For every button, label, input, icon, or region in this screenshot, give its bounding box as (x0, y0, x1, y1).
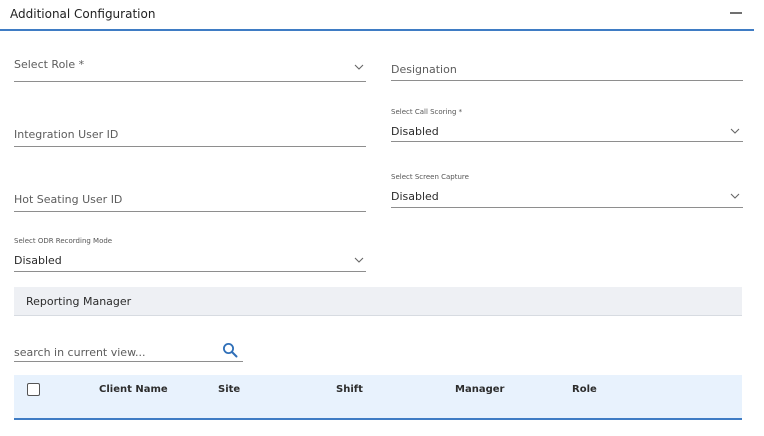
integration-user-id-placeholder: Integration User ID (14, 128, 119, 141)
chevron-down-icon (354, 64, 364, 70)
search-bar (14, 340, 243, 362)
table-header: Client Name Site Shift Manager Role (14, 375, 742, 420)
column-role[interactable]: Role (572, 384, 597, 395)
search-input[interactable] (14, 344, 214, 360)
section-title: Additional Configuration (10, 7, 156, 21)
column-client-name[interactable]: Client Name (99, 384, 168, 395)
select-role-dropdown[interactable]: Select Role * (14, 52, 366, 84)
screen-capture-dropdown[interactable]: Select Screen Capture Disabled (391, 171, 743, 209)
column-site[interactable]: Site (218, 384, 240, 395)
section-header: Additional Configuration (0, 0, 754, 31)
hot-seating-user-id-placeholder: Hot Seating User ID (14, 193, 123, 206)
designation-field[interactable]: Designation (391, 56, 743, 82)
odr-recording-mode-label: Select ODR Recording Mode (14, 237, 113, 245)
odr-recording-mode-value: Disabled (14, 254, 62, 267)
odr-recording-mode-dropdown[interactable]: Select ODR Recording Mode Disabled (14, 235, 366, 273)
call-scoring-label: Select Call Scoring * (391, 108, 463, 116)
select-role-placeholder: Select Role * (14, 58, 85, 71)
search-icon[interactable] (222, 342, 238, 358)
minus-icon[interactable] (729, 6, 743, 20)
reporting-manager-header: Reporting Manager (14, 287, 742, 316)
chevron-down-icon (354, 257, 364, 263)
column-manager[interactable]: Manager (455, 384, 504, 395)
chevron-down-icon (730, 128, 740, 134)
screen-capture-label: Select Screen Capture (391, 173, 469, 181)
call-scoring-value: Disabled (391, 125, 439, 138)
call-scoring-dropdown[interactable]: Select Call Scoring * Disabled (391, 106, 743, 144)
screen-capture-value: Disabled (391, 190, 439, 203)
select-all-checkbox[interactable] (27, 383, 40, 396)
hot-seating-user-id-field[interactable]: Hot Seating User ID (14, 185, 366, 213)
column-shift[interactable]: Shift (336, 384, 363, 395)
chevron-down-icon (730, 193, 740, 199)
reporting-manager-title: Reporting Manager (26, 295, 132, 308)
integration-user-id-field[interactable]: Integration User ID (14, 120, 366, 148)
designation-placeholder: Designation (391, 63, 457, 76)
